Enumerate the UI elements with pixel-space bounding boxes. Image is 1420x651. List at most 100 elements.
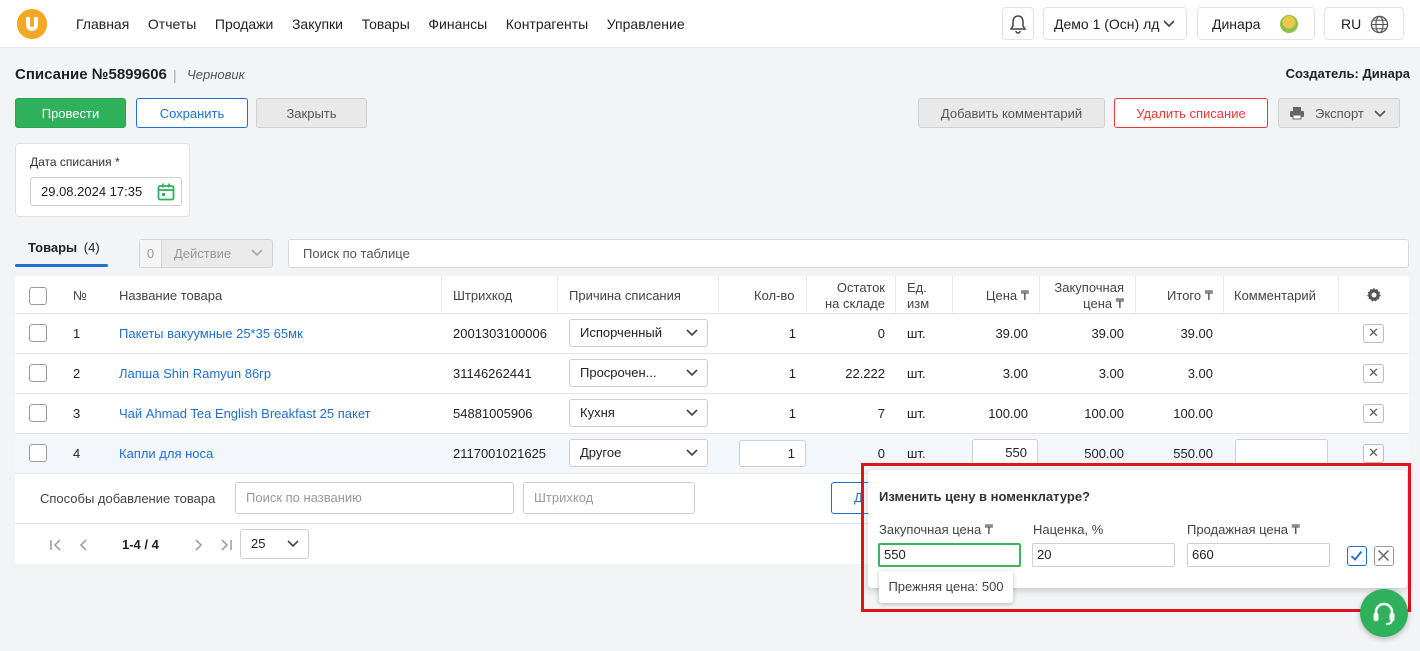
chevron-down-icon: [251, 249, 263, 257]
row-barcode: 31146262441: [453, 366, 532, 381]
row-unit: шт.: [907, 366, 926, 381]
support-chat-button[interactable]: [1360, 589, 1408, 637]
col-header-purchase-line1: Закупочная: [1054, 280, 1124, 295]
user-menu[interactable]: Динара: [1197, 7, 1315, 40]
row-stock: 22.222: [845, 366, 885, 381]
qty-input[interactable]: 1: [739, 440, 806, 467]
col-header-stock[interactable]: Остаток на складе: [823, 280, 885, 312]
col-divider: [1039, 276, 1040, 313]
row-total: 3.00: [1187, 366, 1213, 381]
tab-label: Товары: [28, 240, 78, 255]
nav-item-goods[interactable]: Товары: [362, 16, 410, 32]
table-row: 3 Чай Ahmad Tea English Breakfast 25 пак…: [15, 394, 1409, 433]
chevron-down-icon: [1163, 20, 1175, 28]
remove-row-button[interactable]: ✕: [1363, 404, 1384, 423]
col-header-unit[interactable]: Ед. изм: [907, 280, 929, 312]
row-checkbox[interactable]: [29, 364, 47, 382]
first-page-icon[interactable]: [49, 538, 63, 552]
chevron-down-icon: [1374, 110, 1386, 118]
add-by-barcode-input[interactable]: Штрихкод: [523, 482, 695, 514]
col-header-stock-line1: Остаток: [836, 280, 885, 295]
creator-label: Создатель: Динара: [1285, 66, 1410, 81]
product-name-link[interactable]: Капли для носа: [119, 446, 213, 461]
last-page-icon[interactable]: [219, 538, 233, 552]
save-button[interactable]: Сохранить: [136, 98, 248, 128]
close-button[interactable]: Закрыть: [256, 98, 367, 128]
user-name: Динара: [1212, 15, 1261, 32]
page-size-select[interactable]: 25: [240, 529, 309, 559]
row-price: 3.00: [1002, 366, 1028, 381]
nav-item-home[interactable]: Главная: [76, 16, 129, 32]
delete-writeoff-button[interactable]: Удалить списание: [1114, 98, 1268, 128]
add-by-name-input[interactable]: Поиск по названию: [235, 482, 514, 514]
product-name-link[interactable]: Лапша Shin Ramyun 86гр: [119, 366, 271, 381]
nav-item-purchases[interactable]: Закупки: [292, 16, 343, 32]
col-header-qty[interactable]: Кол-во: [754, 288, 794, 303]
col-header-purchase-price[interactable]: Закупочная цена ₸: [1045, 280, 1124, 312]
reason-select[interactable]: Кухня: [569, 399, 708, 427]
app-logo[interactable]: [17, 9, 47, 39]
company-selector[interactable]: Демо 1 (Осн) лд: [1043, 7, 1187, 40]
row-checkbox[interactable]: [29, 404, 47, 422]
row-purchase-price: 500.00: [1084, 446, 1124, 461]
col-header-barcode[interactable]: Штрихкод: [453, 288, 512, 303]
nav-item-sales[interactable]: Продажи: [215, 16, 273, 32]
row-checkbox[interactable]: [29, 444, 47, 462]
nav-item-finance[interactable]: Финансы: [428, 16, 487, 32]
language-selector[interactable]: RU: [1324, 7, 1404, 40]
nav-item-counterparties[interactable]: Контрагенты: [506, 16, 588, 32]
col-header-name[interactable]: Название товара: [119, 288, 222, 303]
row-stock: 0: [877, 326, 885, 341]
col-header-total[interactable]: Итого ₸: [1145, 288, 1213, 304]
product-name-link[interactable]: Пакеты вакуумные 25*35 65мк: [119, 326, 303, 341]
export-button[interactable]: Экспорт: [1278, 98, 1400, 128]
row-stock: 0: [877, 446, 885, 461]
post-button[interactable]: Провести: [15, 98, 126, 128]
prev-page-icon[interactable]: [77, 538, 91, 552]
gear-icon[interactable]: [1366, 287, 1382, 303]
next-page-icon[interactable]: [191, 538, 205, 552]
col-header-reason[interactable]: Причина списания: [569, 288, 681, 303]
headset-icon: [1373, 602, 1395, 625]
price-input[interactable]: 550: [972, 439, 1038, 466]
col-header-purchase-line2: цена ₸: [1083, 296, 1124, 311]
add-comment-button[interactable]: Добавить комментарий: [918, 98, 1105, 128]
row-num: 4: [73, 446, 81, 461]
nav-item-reports[interactable]: Отчеты: [148, 16, 196, 32]
tab-count: (4): [83, 240, 100, 255]
chevron-down-icon: [686, 449, 698, 457]
notifications-button[interactable]: [1002, 7, 1034, 40]
row-purchase-price: 100.00: [1084, 406, 1124, 421]
select-all-checkbox[interactable]: [29, 287, 47, 305]
reason-select[interactable]: Другое: [569, 439, 708, 467]
tab-underline: [15, 264, 108, 267]
table-search-input[interactable]: Поиск по таблице: [288, 239, 1409, 268]
annotation-highlight-box: [861, 463, 1411, 612]
row-total: 550.00: [1173, 446, 1213, 461]
row-qty: 1: [788, 406, 796, 421]
top-navigation-bar: Главная Отчеты Продажи Закупки Товары Фи…: [0, 0, 1420, 48]
remove-row-button[interactable]: ✕: [1363, 444, 1384, 463]
remove-row-button[interactable]: ✕: [1363, 324, 1384, 343]
calendar-icon[interactable]: [157, 183, 175, 201]
action-dropdown[interactable]: 0 Действие: [139, 239, 273, 268]
product-name-link[interactable]: Чай Ahmad Tea English Breakfast 25 пакет: [119, 406, 371, 421]
row-price: 39.00: [995, 326, 1028, 341]
row-checkbox[interactable]: [29, 324, 47, 342]
main-menu: Главная Отчеты Продажи Закупки Товары Фи…: [76, 16, 703, 32]
nav-item-management[interactable]: Управление: [607, 16, 685, 32]
date-card: Дата списания * 29.08.2024 17:35: [15, 143, 190, 217]
reason-select[interactable]: Просрочен...: [569, 359, 708, 387]
date-field[interactable]: 29.08.2024 17:35: [30, 177, 182, 206]
action-label: Действие: [174, 246, 232, 261]
col-divider: [718, 276, 719, 313]
comment-input[interactable]: [1235, 439, 1328, 466]
chevron-down-icon: [686, 369, 698, 377]
add-methods-label: Способы добавление товара: [40, 491, 216, 506]
company-name: Демо 1 (Осн) лд: [1054, 15, 1160, 32]
reason-select[interactable]: Испорченный: [569, 319, 708, 347]
remove-row-button[interactable]: ✕: [1363, 364, 1384, 383]
bell-icon: [1009, 14, 1027, 34]
col-header-price[interactable]: Цена ₸: [975, 288, 1029, 304]
col-divider: [1338, 276, 1339, 313]
